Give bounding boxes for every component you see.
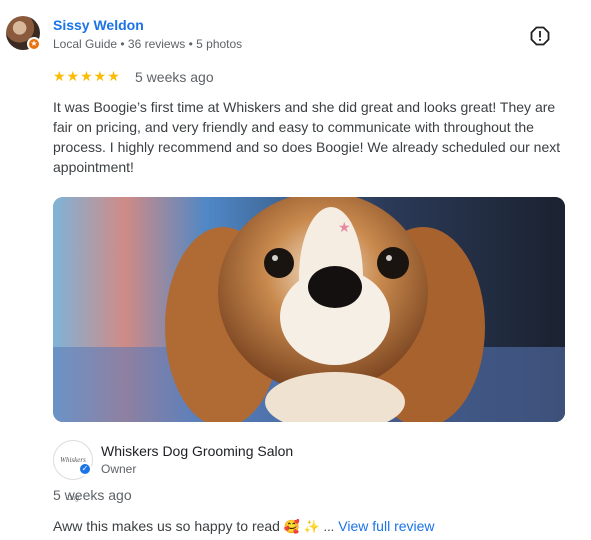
review-photo[interactable]: ★ bbox=[53, 197, 565, 422]
review-text: It was Boogie’s first time at Whiskers a… bbox=[53, 99, 561, 175]
reviewer-name-link[interactable]: Sissy Weldon bbox=[53, 17, 144, 33]
reply-emoji: 🥰 ✨ ... bbox=[283, 519, 335, 534]
report-review-button[interactable] bbox=[530, 26, 550, 46]
star-rating: ★★★★★ bbox=[53, 68, 121, 84]
review-card: ★ Sissy Weldon Local Guide • 36 reviews … bbox=[0, 0, 591, 540]
local-guide-badge-icon: ★ bbox=[27, 37, 41, 51]
svg-text:★: ★ bbox=[338, 220, 351, 236]
owner-reply: Aww this makes us so happy to read 🥰 ✨ .… bbox=[53, 518, 435, 535]
verified-check-icon: ✓ bbox=[78, 462, 92, 476]
alert-octagon-icon bbox=[530, 26, 550, 46]
dog-photo-image: ★ bbox=[53, 197, 565, 422]
view-full-review-link[interactable]: View full review bbox=[338, 518, 434, 534]
reply-text: Aww this makes us so happy to read bbox=[53, 518, 284, 534]
review-date: 5 weeks ago bbox=[135, 69, 214, 85]
reviewer-meta: Local Guide • 36 reviews • 5 photos bbox=[53, 37, 243, 51]
owner-name: Whiskers Dog Grooming Salon bbox=[101, 443, 294, 459]
owner-role: Owner bbox=[101, 462, 137, 476]
reply-date: 5 weeks ago bbox=[53, 487, 132, 503]
